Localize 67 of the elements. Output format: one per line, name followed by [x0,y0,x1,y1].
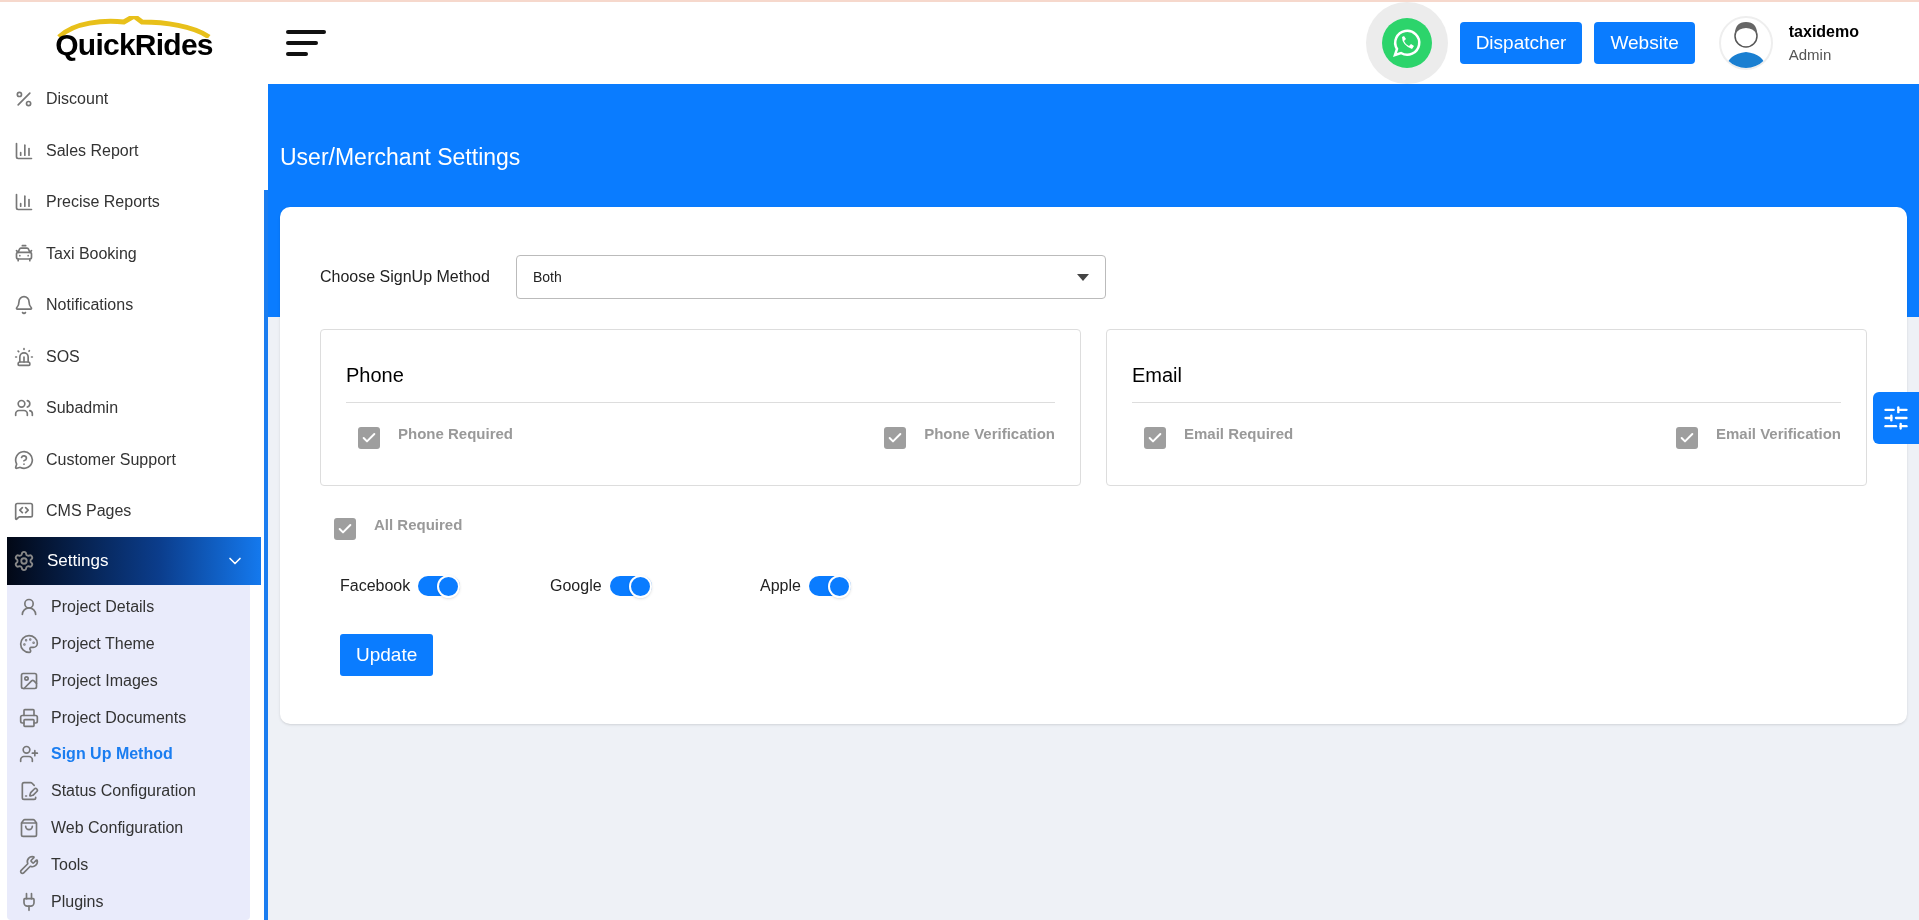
toggle-label: Google [550,576,602,596]
image-icon [19,670,39,691]
settings-menu-header[interactable]: Settings [7,536,261,585]
sidebar-item[interactable]: Notifications [0,279,268,331]
toggle-label: Facebook [340,576,411,596]
dropdown-arrow-icon [1076,273,1089,281]
submenu-item[interactable]: Project Theme [7,625,250,663]
signature-icon [19,781,39,802]
toggle-switch[interactable] [418,576,461,596]
submenu-item[interactable]: Project Documents [7,699,250,736]
header-button[interactable]: Website [1594,22,1695,64]
sidebar-item[interactable]: CMS Pages [0,485,268,537]
printer-icon [19,707,39,728]
sidebar-item[interactable]: Subadmin [0,382,268,434]
logo-text: QuickRides [55,29,213,60]
code-bubble-icon [14,501,34,522]
submenu-item[interactable]: Project Images [7,662,250,700]
submenu-item[interactable]: Project Details [7,588,250,626]
checkbox-label: Phone Required [398,424,513,444]
menu-icon[interactable] [286,29,326,57]
checkbox-label: Email Required [1184,424,1294,444]
wrench-icon [19,854,39,875]
sidebar-item[interactable]: Customer Support [0,433,268,486]
checkbox[interactable] [334,518,356,540]
bar-chart-icon [14,192,34,213]
person-icon [19,597,39,618]
question-bubble-icon [14,449,34,470]
toggle-switch[interactable] [808,576,851,596]
submenu-item[interactable]: Plugins [7,883,250,920]
field-label: Choose SignUp Method [320,267,490,287]
taxi-icon [14,243,34,264]
header-button[interactable]: Dispatcher [1459,22,1583,64]
submenu-item[interactable]: Web Configuration [7,809,250,847]
submenu-item[interactable]: Tools [7,846,250,884]
panel-title: Email [1132,360,1841,403]
sidebar-item[interactable]: Taxi Booking [0,227,268,280]
checkbox-label: All Required [374,515,463,535]
submenu-item[interactable]: Status Configuration [7,772,250,810]
user-plus-icon [19,744,39,765]
palette-icon [19,634,39,654]
user-role: Admin [1788,44,1833,65]
update-button[interactable]: Update [340,634,434,676]
siren-icon [14,346,34,367]
page-title: User/Merchant Settings [280,143,522,172]
bar-chart-icon [14,140,34,161]
signup-method-select[interactable]: Both [515,255,1106,299]
checkbox[interactable] [1675,427,1698,449]
sidebar-item[interactable]: Sales Report [0,124,268,177]
toggle-switch[interactable] [609,576,652,596]
checkbox-label: Email Verification [1715,424,1841,444]
sidebar-item[interactable]: Precise Reports [0,176,268,228]
sidebar-item[interactable]: Discount [0,73,268,125]
user-name: taxidemo [1788,21,1859,42]
checkbox[interactable] [1144,427,1166,449]
sliders-icon [1882,404,1910,432]
checkbox[interactable] [358,427,380,449]
bag-icon [19,818,39,838]
panel-title: Phone [346,360,1055,403]
users-icon [14,398,34,419]
toggle-label: Apple [760,576,801,596]
checkbox-label: Phone Verification [924,424,1055,444]
sidebar-item[interactable]: SOS [0,330,268,383]
checkbox[interactable] [884,427,907,449]
bell-icon [14,295,34,316]
settings-panel-button[interactable] [1873,392,1919,444]
settings-icon [13,549,35,572]
whatsapp-icon [1381,18,1432,68]
